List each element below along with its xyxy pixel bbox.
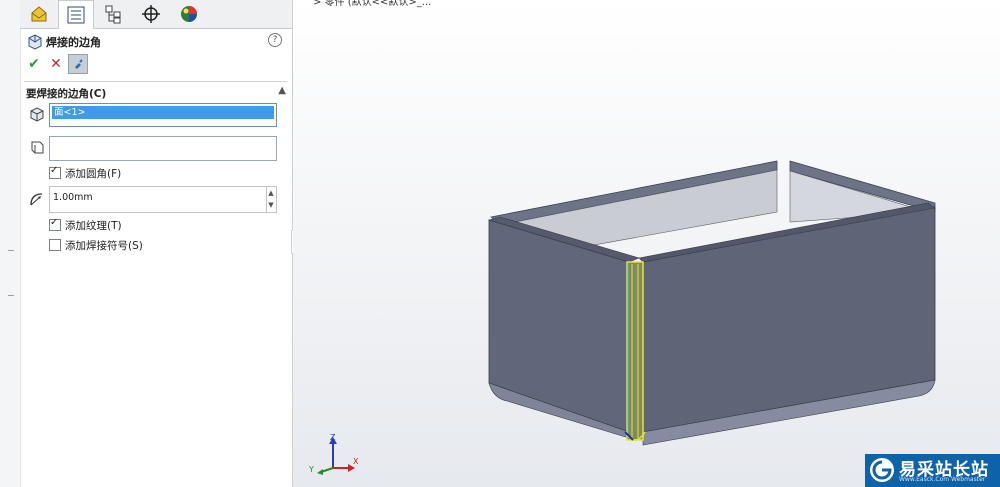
weld-corner-icon (28, 34, 42, 50)
add-fillet-checkbox[interactable] (49, 165, 61, 179)
sheet-metal-box-model[interactable] (293, 0, 1000, 487)
checkmark-icon: ✔ (28, 56, 40, 72)
gutter-mark (8, 250, 14, 251)
action-bar: ✔ ✕ (24, 54, 286, 76)
page-title: 焊接的边角 (46, 36, 101, 49)
add-weld-symbol-checkbox-row[interactable]: 添加焊接符号(S) (49, 237, 143, 253)
help-button[interactable]: ? (268, 33, 282, 47)
radius-icon (30, 193, 43, 206)
chevron-up-icon[interactable]: ▲ (278, 85, 286, 96)
add-fillet-label: 添加圆角(F) (65, 167, 122, 180)
site-logo-icon (870, 458, 894, 482)
pin-button[interactable] (68, 54, 88, 74)
cancel-button[interactable]: ✕ (46, 54, 66, 74)
site-watermark: 易采站长站 Www.Easck.Com Webmaster (865, 454, 1000, 487)
faces-to-weld-list[interactable]: 面<1> (49, 103, 277, 127)
triad-y-label: Y (308, 465, 314, 474)
add-weld-symbol-checkbox[interactable] (49, 239, 61, 251)
selected-corner-face[interactable] (626, 261, 644, 441)
triad-z-label: Z (330, 433, 336, 442)
edge-selection-icon (31, 141, 44, 154)
property-manager-icon (67, 6, 85, 24)
section-header-corners[interactable]: 要焊接的边角(C) ▲ (24, 85, 288, 101)
crosshair-icon (142, 4, 160, 23)
add-weld-symbol-label: 添加焊接符号(S) (65, 239, 143, 252)
manager-tab-bar (20, 0, 292, 29)
property-manager-panel: 焊接的边角 ? ✔ ✕ 要焊接的边角(C) ▲ 面<1> ✓ 添加圆角(F) 1… (0, 0, 293, 487)
close-icon: ✕ (50, 56, 62, 72)
pushpin-icon (75, 59, 83, 69)
add-texture-checkbox-row[interactable]: 添加纹理(T) (49, 217, 122, 233)
tab-display-manager[interactable] (172, 0, 206, 27)
fillet-radius-value: 1.00mm (53, 192, 93, 203)
fillet-radius-input[interactable]: 1.00mm (49, 186, 267, 213)
coordinate-triad-icon: Z X Y (308, 433, 359, 475)
tab-dimxpert-manager[interactable] (134, 0, 168, 27)
feature-manager-icon (31, 5, 47, 21)
tab-property-manager[interactable] (58, 0, 94, 29)
spin-down-icon[interactable]: ▼ (266, 199, 276, 211)
panel-gutter (0, 0, 21, 487)
configuration-manager-icon (105, 5, 121, 23)
graphics-viewport[interactable]: > 零件 (默认<<默认>_... Z X Y (293, 0, 1000, 487)
gutter-mark (8, 295, 14, 296)
selected-face-item[interactable]: 面<1> (52, 106, 274, 119)
add-fillet-checkbox-row[interactable]: 添加圆角(F) (49, 165, 121, 181)
secondary-selection-list[interactable] (49, 136, 277, 161)
appearance-sphere-icon (181, 5, 197, 22)
tab-configuration-manager[interactable] (96, 0, 130, 27)
add-texture-checkbox[interactable] (49, 217, 61, 231)
tab-feature-manager[interactable] (22, 0, 56, 27)
add-texture-label: 添加纹理(T) (65, 219, 122, 232)
watermark-subtitle: Www.Easck.Com Webmaster (899, 476, 986, 483)
ok-button[interactable]: ✔ (24, 54, 44, 74)
triad-x-label: X (353, 457, 359, 466)
spin-up-icon[interactable]: ▲ (266, 187, 276, 199)
radius-spinner[interactable]: ▲ ▼ (266, 186, 277, 213)
face-selection-icon (30, 107, 44, 122)
property-manager-header: 焊接的边角 ? (24, 32, 286, 50)
divider (24, 81, 288, 82)
section-title: 要焊接的边角(C) (26, 88, 107, 100)
